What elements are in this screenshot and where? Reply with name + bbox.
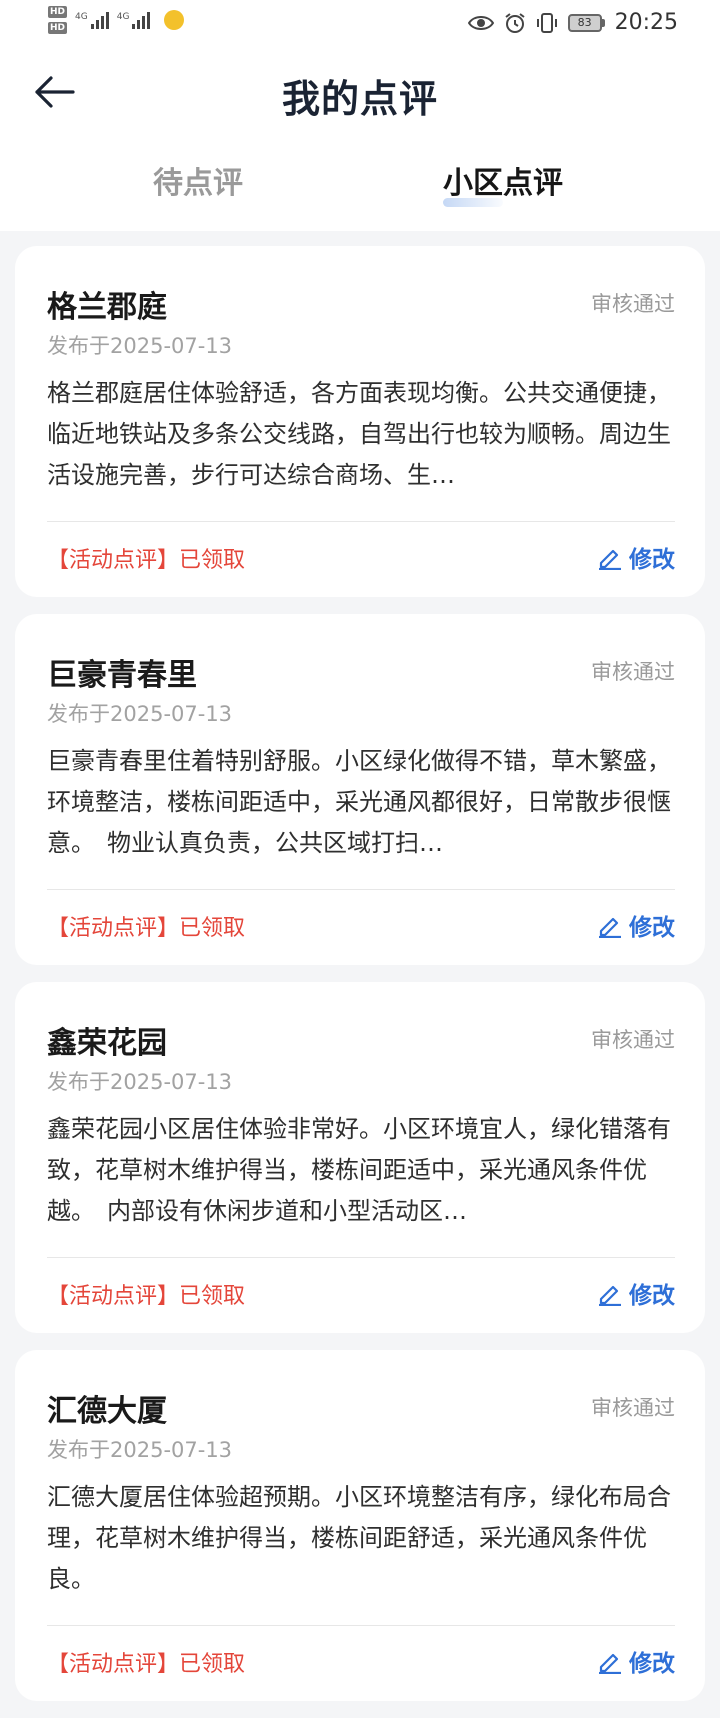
review-text: 鑫荣花园小区居住体验非常好。小区环境宜人，绿化错落有致，花草树木维护得当，楼栋间… [47, 1115, 671, 1225]
activity-tag: 【活动点评】已领取 [47, 916, 246, 941]
status-time: 20:25 [614, 10, 678, 35]
card-divider [47, 1625, 675, 1626]
review-card[interactable]: 鑫荣花园 审核通过 发布于2025-07-13 鑫荣花园小区居住体验非常好。小区… [15, 982, 705, 1333]
hd-badge-2: HD [48, 22, 68, 34]
community-name: 格兰郡庭 [47, 290, 167, 325]
status-bar: HD HD 4G 4G 83 20:25 [0, 0, 720, 48]
review-status: 审核通过 [591, 292, 675, 316]
review-text: 汇德大厦居住体验超预期。小区环境整洁有序，绿化布局合理，花草树木维护得当，楼栋间… [47, 1483, 671, 1593]
activity-tag: 【活动点评】已领取 [47, 1652, 246, 1677]
tab-community-reviews[interactable]: 小区点评 [443, 158, 563, 202]
review-status: 审核通过 [591, 1396, 675, 1420]
edit-label: 修改 [629, 1283, 675, 1309]
community-name: 汇德大厦 [47, 1394, 167, 1429]
edit-icon [599, 917, 621, 938]
hd-badge-1: HD [48, 6, 68, 18]
review-list: 格兰郡庭 审核通过 发布于2025-07-13 格兰郡庭居住体验舒适，各方面表现… [15, 246, 705, 1718]
review-card[interactable]: 格兰郡庭 审核通过 发布于2025-07-13 格兰郡庭居住体验舒适，各方面表现… [15, 246, 705, 597]
publish-date: 发布于2025-07-13 [47, 702, 233, 726]
review-card[interactable]: 巨豪青春里 审核通过 发布于2025-07-13 巨豪青春里住着特别舒服。小区绿… [15, 614, 705, 965]
review-text: 格兰郡庭居住体验舒适，各方面表现均衡。公共交通便捷，临近地铁站及多条公交线路，自… [47, 379, 671, 489]
edit-icon [599, 549, 621, 570]
tab-pending-reviews[interactable]: 待点评 [153, 158, 243, 202]
publish-date: 发布于2025-07-13 [47, 334, 233, 358]
battery-icon: 83 [567, 13, 605, 32]
publish-date: 发布于2025-07-13 [47, 1070, 233, 1094]
review-status: 审核通过 [591, 1028, 675, 1052]
network-type-2: 4G [116, 11, 130, 22]
card-divider [47, 521, 675, 522]
review-card[interactable]: 汇德大厦 审核通过 发布于2025-07-13 汇德大厦居住体验超预期。小区环境… [15, 1350, 705, 1701]
edit-label: 修改 [629, 1651, 675, 1677]
top-area: HD HD 4G 4G 83 20:25 我的点评 待点评 小区点评 [0, 0, 720, 231]
publish-date: 发布于2025-07-13 [47, 1438, 233, 1462]
review-text: 巨豪青春里住着特别舒服。小区绿化做得不错，草木繁盛，环境整洁，楼栋间距适中，采光… [47, 747, 671, 857]
edit-button[interactable]: 修改 [597, 908, 675, 942]
edit-button[interactable]: 修改 [597, 1276, 675, 1310]
community-name: 鑫荣花园 [47, 1026, 167, 1061]
alarm-icon [504, 12, 526, 34]
edit-label: 修改 [629, 915, 675, 941]
review-status: 审核通过 [591, 660, 675, 684]
activity-tag: 【活动点评】已领取 [47, 548, 246, 573]
edit-button[interactable]: 修改 [597, 1644, 675, 1678]
status-left: HD HD 4G 4G [48, 6, 185, 34]
hd-badges: HD HD [48, 6, 68, 34]
edit-icon [599, 1653, 621, 1674]
notification-app-icon [164, 10, 185, 30]
vibrate-icon [536, 12, 558, 34]
status-right: 83 20:25 [467, 10, 678, 35]
activity-tag: 【活动点评】已领取 [47, 1284, 246, 1309]
edit-button[interactable]: 修改 [597, 540, 675, 574]
card-divider [47, 889, 675, 890]
network-type-1: 4G [75, 11, 88, 22]
community-name: 巨豪青春里 [47, 658, 197, 693]
signal-icon-1: 4G [75, 11, 109, 29]
card-divider [47, 1257, 675, 1258]
tab-bar: 待点评 小区点评 [0, 140, 720, 220]
signal-icon-2: 4G [116, 11, 151, 29]
eye-icon [467, 14, 494, 32]
header: 我的点评 [0, 48, 720, 134]
page-title: 我的点评 [281, 77, 438, 121]
edit-icon [599, 1285, 621, 1306]
battery-level: 83 [567, 13, 602, 32]
edit-label: 修改 [629, 547, 675, 573]
